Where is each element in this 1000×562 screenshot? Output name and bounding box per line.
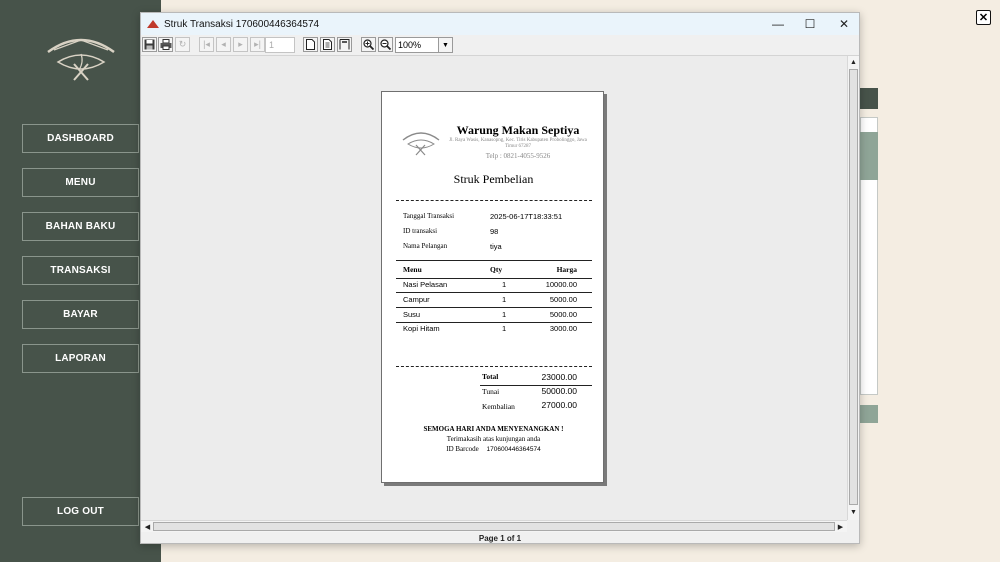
java-app-icon: [147, 20, 159, 28]
minimize-button[interactable]: —: [761, 13, 795, 35]
print-icon[interactable]: [158, 37, 173, 52]
logout-button[interactable]: LOG OUT: [22, 497, 139, 526]
item-harga: 5000.00: [549, 310, 577, 319]
reload-icon[interactable]: ↻: [175, 37, 190, 52]
item-qty: 1: [502, 280, 507, 289]
nav-menu-button[interactable]: MENU: [22, 168, 139, 197]
dashed-divider: [396, 366, 592, 367]
background-table-row: [860, 168, 878, 180]
info-label: ID transaksi: [403, 227, 438, 235]
background-table-row: [860, 132, 878, 144]
item-qty: 1: [502, 310, 507, 319]
info-label: Nama Pelangan: [403, 242, 448, 250]
background-footer-strip: [860, 405, 878, 423]
save-icon[interactable]: [142, 37, 157, 52]
horizontal-scrollbar[interactable]: ◀ ▶: [141, 520, 847, 532]
summary-label: Kembalian: [482, 402, 515, 411]
column-header-qty: Qty: [490, 265, 503, 274]
background-table-row: [860, 156, 878, 168]
zoom-in-icon[interactable]: [361, 37, 376, 52]
summary-label: Total: [482, 372, 499, 381]
zoom-out-icon[interactable]: [378, 37, 393, 52]
vertical-scrollbar[interactable]: ▲ ▼: [847, 56, 859, 520]
fit-page-icon[interactable]: [320, 37, 335, 52]
horizontal-scroll-thumb[interactable]: [153, 522, 835, 531]
thanks-text: Terimakasih atas kunjungan anda: [446, 435, 541, 443]
barcode-value: 170600446364574: [486, 446, 541, 453]
zoom-select[interactable]: 100%: [395, 37, 440, 53]
info-value: 2025-06-17T18:33:51: [490, 212, 563, 221]
shop-address: Jl. Raya Wasis, Kanasopng, Kec. Tiris Ka…: [449, 138, 587, 149]
sidebar: DASHBOARD MENU BAHAN BAKU TRANSAKSI BAYA…: [0, 0, 161, 562]
close-button[interactable]: ✕: [827, 13, 861, 35]
window-title: Struk Transaksi 170600446364574: [164, 18, 320, 30]
vertical-scroll-thumb[interactable]: [849, 69, 858, 505]
item-harga: 10000.00: [545, 280, 577, 289]
restaurant-logo-icon: [402, 132, 440, 156]
table-divider: [396, 278, 592, 279]
shop-name: Warung Makan Septiya: [456, 123, 580, 137]
scroll-down-icon[interactable]: ▼: [848, 507, 859, 518]
column-header-harga: Harga: [556, 265, 577, 274]
barcode-label: ID Barcode: [446, 445, 479, 453]
item-harga: 3000.00: [549, 324, 577, 333]
actual-size-icon[interactable]: [303, 37, 318, 52]
summary-value: 27000.00: [541, 400, 577, 410]
item-menu: Nasi Pelasan: [403, 280, 448, 289]
item-harga: 5000.00: [549, 295, 577, 304]
item-menu: Kopi Hitam: [403, 324, 440, 333]
greeting-text: SEMOGA HARI ANDA MENYENANGKAN !: [423, 425, 564, 433]
next-page-icon[interactable]: ▸: [233, 37, 248, 52]
summary-value: 50000.00: [541, 386, 577, 396]
column-header-menu: Menu: [403, 265, 422, 274]
scroll-up-icon[interactable]: ▲: [848, 57, 859, 68]
info-label: Tanggal Transaksi: [403, 212, 455, 220]
barcode-line: ID Barcode 170600446364574: [382, 445, 605, 453]
table-divider: [396, 322, 592, 323]
summary-label: Tunai: [482, 387, 500, 396]
last-page-icon[interactable]: ▸|: [250, 37, 265, 52]
scroll-right-icon[interactable]: ▶: [835, 521, 846, 532]
receipt-title: Struk Pembelian: [453, 172, 534, 186]
item-menu: Susu: [403, 310, 421, 319]
scroll-left-icon[interactable]: ◀: [142, 521, 153, 532]
receipt-page: Warung Makan Septiya Jl. Raya Wasis, Kan…: [381, 91, 604, 483]
info-value: tiya: [490, 242, 502, 251]
restaurant-logo-icon: [47, 38, 115, 81]
report-viewer-window: Struk Transaksi 170600446364574 — ☐ ✕ ↻ …: [140, 12, 860, 544]
fit-width-icon[interactable]: [337, 37, 352, 52]
first-page-icon[interactable]: |◂: [199, 37, 214, 52]
page-number-input[interactable]: [265, 37, 295, 53]
table-divider: [396, 260, 592, 261]
report-viewport: Warung Makan Septiya Jl. Raya Wasis, Kan…: [141, 56, 847, 520]
nav-transaksi-button[interactable]: TRANSAKSI: [22, 256, 139, 285]
shop-phone: Telp : 0821-4055-9526: [485, 152, 551, 160]
chevron-down-icon[interactable]: ▼: [438, 37, 453, 53]
app-close-icon[interactable]: ✕: [976, 10, 991, 25]
maximize-button[interactable]: ☐: [793, 13, 827, 35]
page-status: Page 1 of 1: [478, 533, 522, 543]
background-table-row: [860, 144, 878, 156]
nav-laporan-button[interactable]: LAPORAN: [22, 344, 139, 373]
nav-bahan-baku-button[interactable]: BAHAN BAKU: [22, 212, 139, 241]
table-divider: [396, 292, 592, 293]
window-titlebar: Struk Transaksi 170600446364574 — ☐ ✕: [141, 13, 859, 35]
info-value: 98: [490, 227, 499, 236]
background-header-strip: [860, 88, 878, 109]
previous-page-icon[interactable]: ◂: [216, 37, 231, 52]
viewer-toolbar: ↻ |◂ ◂ ▸ ▸| 100% ▼: [141, 35, 859, 56]
item-qty: 1: [502, 324, 507, 333]
item-qty: 1: [502, 295, 507, 304]
table-divider: [396, 307, 592, 308]
dashed-divider: [396, 200, 592, 201]
nav-bayar-button[interactable]: BAYAR: [22, 300, 139, 329]
nav-dashboard-button[interactable]: DASHBOARD: [22, 124, 139, 153]
item-menu: Campur: [403, 295, 430, 304]
summary-value: 23000.00: [541, 372, 577, 382]
